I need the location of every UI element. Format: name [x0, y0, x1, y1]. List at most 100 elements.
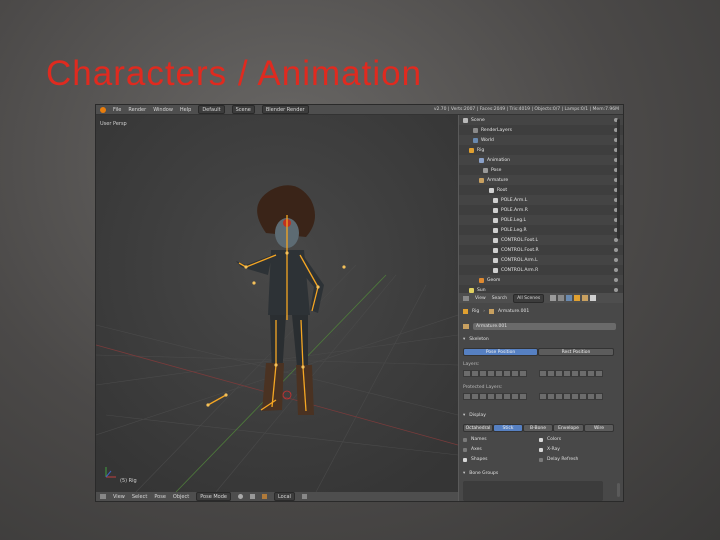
layers-grid[interactable]	[463, 370, 527, 377]
protected-layers-grid-right[interactable]	[539, 393, 603, 400]
bone-groups-list[interactable]	[463, 481, 603, 501]
menu-file[interactable]: File	[113, 107, 121, 113]
outliner-row[interactable]: CONTROL.Arm.R	[459, 265, 623, 275]
outliner[interactable]: Scene RenderLayers World Rig Animation P…	[459, 115, 623, 293]
display-tab-envelope[interactable]: Envelope	[553, 424, 584, 432]
scene-selector[interactable]: Scene	[231, 105, 255, 114]
shapes-option[interactable]: Shapes	[463, 457, 487, 462]
outliner-row[interactable]: World	[459, 135, 623, 145]
breadcrumb: Rig › Armature.001	[463, 309, 529, 314]
outliner-row[interactable]: Rig	[459, 145, 623, 155]
datablock-field[interactable]: Armature.001	[473, 323, 616, 330]
menu-select[interactable]: Select	[132, 494, 147, 500]
outliner-row[interactable]: CONTROL.Arm.L	[459, 255, 623, 265]
armature-tab-icon[interactable]	[582, 295, 589, 301]
rest-position-button[interactable]: Rest Position	[538, 348, 614, 356]
display-tab-wire[interactable]: Wire	[584, 424, 614, 432]
properties-scrollbar[interactable]	[617, 483, 620, 497]
pose-position-button[interactable]: Pose Position	[463, 348, 538, 356]
colors-checkbox[interactable]	[539, 437, 543, 442]
axes-option[interactable]: Axes	[463, 447, 482, 452]
orientation-selector[interactable]: Local	[273, 492, 295, 501]
outliner-row[interactable]: POLE.Arm.L	[459, 195, 623, 205]
menu-view[interactable]: View	[113, 494, 125, 500]
animation-icon	[479, 157, 484, 163]
visibility-icon[interactable]	[614, 278, 618, 282]
layers-label: Layers:	[463, 362, 480, 367]
shapes-checkbox[interactable]	[463, 457, 467, 462]
layers-grid-right[interactable]	[539, 370, 603, 377]
editor-type-icon[interactable]	[463, 295, 469, 301]
pivot-icon[interactable]	[249, 494, 255, 499]
display-filter-selector[interactable]: All Scenes	[513, 293, 545, 303]
pose-icon	[483, 167, 488, 173]
menu-object[interactable]: Object	[173, 494, 189, 500]
bone-icon	[489, 187, 494, 193]
3d-viewport[interactable]: User Persp (5) Rig	[96, 115, 458, 492]
menu-view[interactable]: View	[475, 296, 486, 301]
shading-icon[interactable]	[237, 494, 243, 499]
bone-groups-header[interactable]: ▾ Bone Groups	[463, 471, 498, 476]
outliner-row[interactable]: CONTROL.Foot.R	[459, 245, 623, 255]
bone-icon	[493, 207, 498, 213]
names-checkbox[interactable]	[463, 437, 467, 442]
outliner-scrollbar[interactable]	[617, 119, 620, 239]
world-tab-icon[interactable]	[566, 295, 573, 301]
outliner-row[interactable]: RenderLayers	[459, 125, 623, 135]
menu-window[interactable]: Window	[153, 107, 173, 113]
bone-icon	[493, 227, 498, 233]
display-tab-bbone[interactable]: B-Bone	[523, 424, 553, 432]
armature-data-icon	[479, 177, 484, 183]
manipulator-icon[interactable]	[261, 494, 267, 499]
visibility-icon[interactable]	[614, 248, 618, 252]
outliner-row[interactable]: POLE.Arm.R	[459, 205, 623, 215]
snap-icon[interactable]	[301, 494, 307, 499]
blender-logo-icon[interactable]	[100, 106, 106, 113]
delay-refresh-option[interactable]: Delay Refresh	[539, 457, 578, 462]
viewport-scene	[96, 115, 458, 492]
scene-tab-icon[interactable]	[558, 295, 565, 301]
breadcrumb-data: Armature.001	[498, 309, 530, 314]
xray-checkbox[interactable]	[539, 447, 543, 452]
object-tab-icon[interactable]	[574, 295, 581, 301]
display-tab-stick[interactable]: Stick	[493, 424, 523, 432]
render-engine-selector[interactable]: Blender Render	[261, 105, 309, 114]
menu-pose[interactable]: Pose	[154, 494, 166, 500]
outliner-row[interactable]: Scene	[459, 115, 623, 125]
outliner-row[interactable]: Armature	[459, 175, 623, 185]
protected-layers-grid[interactable]	[463, 393, 527, 400]
xray-option[interactable]: X-Ray	[539, 447, 560, 452]
bone-tab-icon[interactable]	[590, 295, 597, 301]
skeleton-header[interactable]: ▾ Skeleton	[463, 337, 489, 342]
menu-render[interactable]: Render	[128, 107, 146, 113]
datablock-row: Armature.001	[463, 323, 616, 330]
outliner-row[interactable]: CONTROL.Foot.L	[459, 235, 623, 245]
menu-search[interactable]: Search	[492, 296, 507, 301]
outliner-row[interactable]: Pose	[459, 165, 623, 175]
visibility-icon[interactable]	[614, 268, 618, 272]
datablock-icon[interactable]	[463, 324, 469, 329]
colors-option[interactable]: Colors	[539, 437, 561, 442]
outliner-row[interactable]: Root	[459, 185, 623, 195]
visibility-icon[interactable]	[614, 258, 618, 262]
outliner-row[interactable]: Sun	[459, 285, 623, 293]
delay-refresh-checkbox[interactable]	[539, 457, 543, 462]
visibility-icon[interactable]	[614, 288, 618, 292]
display-tab-octahedral[interactable]: Octahedral	[463, 424, 493, 432]
names-option[interactable]: Names	[463, 437, 487, 442]
display-header[interactable]: ▾ Display	[463, 413, 486, 418]
bone-icon	[493, 247, 498, 253]
editor-type-icon[interactable]	[100, 494, 106, 499]
outliner-row[interactable]: Geom	[459, 275, 623, 285]
axes-checkbox[interactable]	[463, 447, 467, 452]
armature-object-icon	[469, 147, 474, 153]
outliner-row[interactable]: POLE.Leg.R	[459, 225, 623, 235]
render-tab-icon[interactable]	[550, 295, 557, 301]
layout-selector[interactable]: Default	[198, 105, 225, 114]
mode-selector[interactable]: Pose Mode	[196, 492, 231, 501]
outliner-row[interactable]: POLE.Leg.L	[459, 215, 623, 225]
context-tabs[interactable]	[550, 295, 597, 301]
outliner-row[interactable]: Animation	[459, 155, 623, 165]
menu-help[interactable]: Help	[180, 107, 191, 113]
armature-icon	[489, 309, 495, 314]
